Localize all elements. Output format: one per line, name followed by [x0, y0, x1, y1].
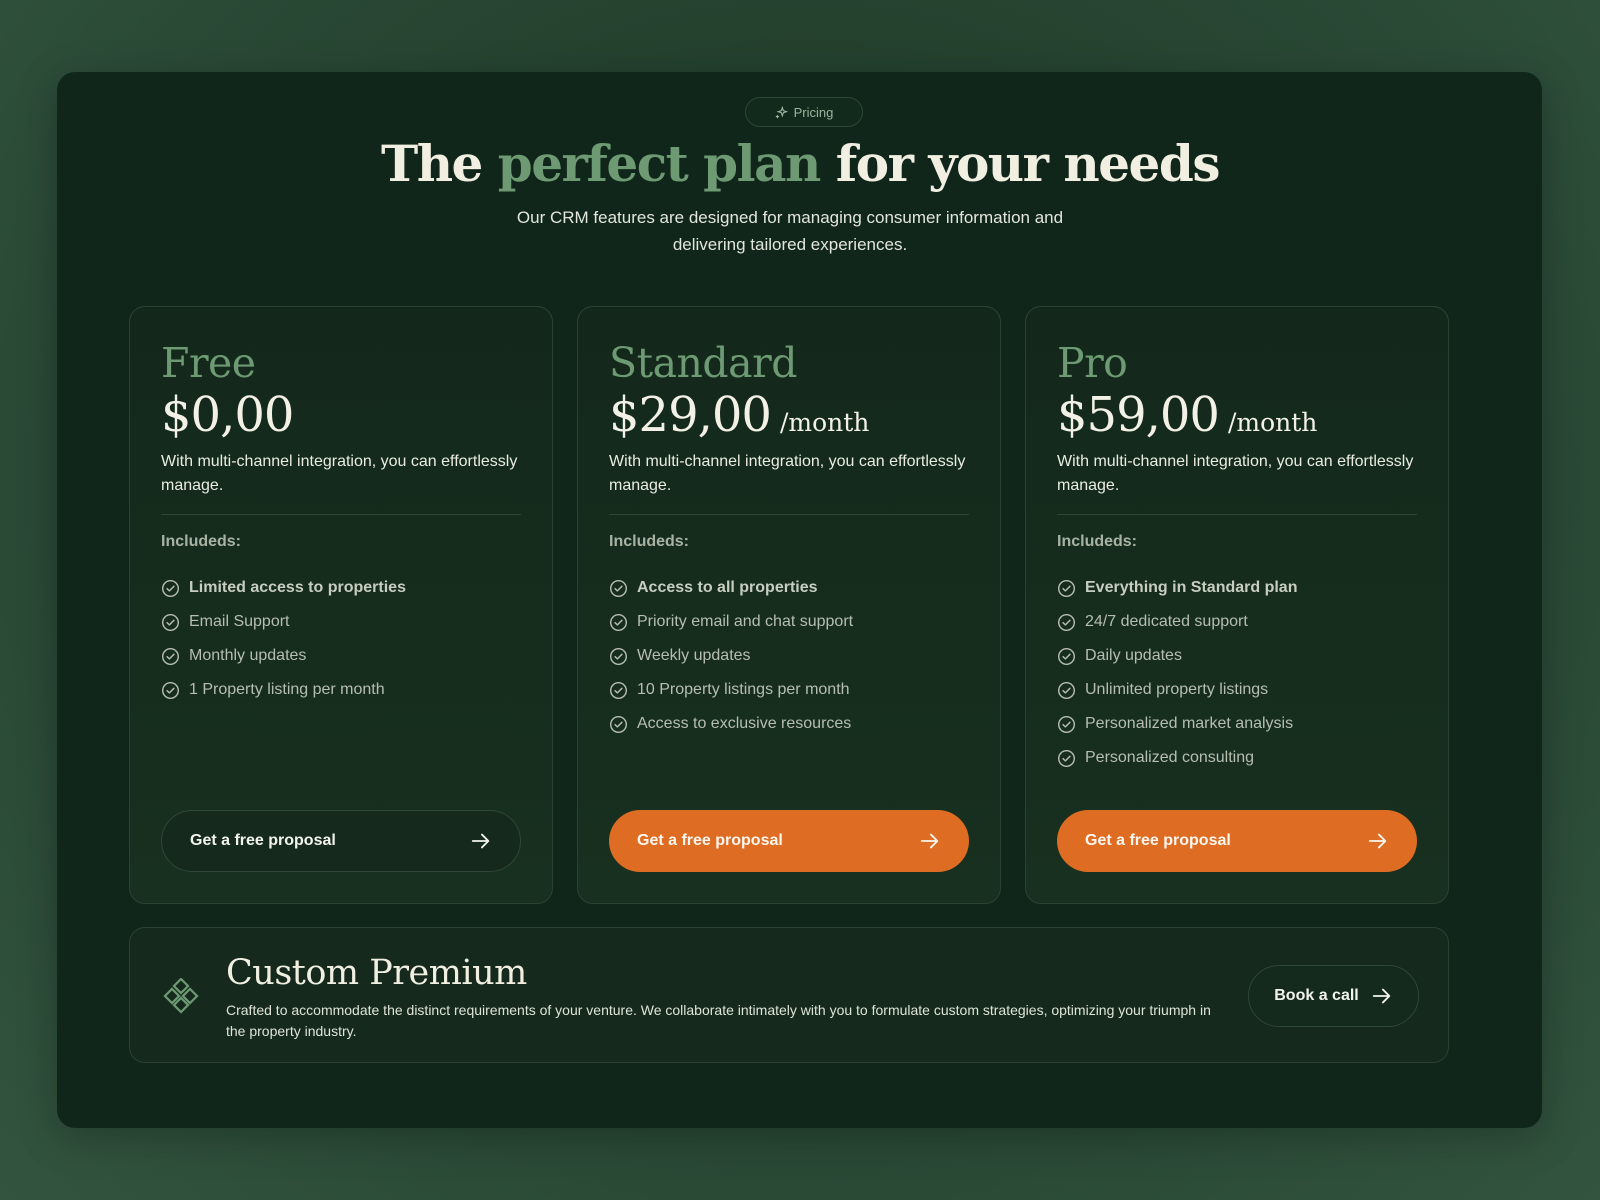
- get-proposal-button[interactable]: Get a free proposal: [161, 810, 521, 872]
- plan-price: $0,00: [161, 387, 294, 443]
- get-proposal-button[interactable]: Get a free proposal: [1057, 810, 1417, 872]
- custom-title: Custom Premium: [226, 953, 527, 993]
- plan-card-standard: Standard $29,00/month With multi-channel i…: [577, 306, 1001, 904]
- feature-list: Access to all properties Priority email a…: [609, 571, 853, 741]
- feature-item: Limited access to properties: [161, 571, 406, 605]
- cta-label: Get a free proposal: [1085, 832, 1231, 849]
- check-circle-icon: [161, 681, 180, 699]
- feature-label: Limited access to properties: [189, 579, 406, 596]
- cta-label: Get a free proposal: [190, 832, 336, 849]
- feature-label: Daily updates: [1085, 647, 1182, 664]
- get-proposal-button[interactable]: Get a free proposal: [609, 810, 969, 872]
- check-circle-icon: [609, 613, 628, 631]
- feature-label: Priority email and chat support: [637, 613, 854, 630]
- feature-label: Email Support: [189, 613, 290, 630]
- feature-label: 1 Property listing per month: [189, 681, 385, 698]
- feature-item: Email Support: [161, 605, 406, 639]
- feature-list: Everything in Standard plan 24/7 dedicate…: [1057, 571, 1297, 775]
- feature-item: Personalized consulting: [1057, 741, 1297, 775]
- feature-item: Unlimited property listings: [1057, 673, 1297, 707]
- feature-item: Access to exclusive resources: [609, 707, 853, 741]
- includes-label: Includeds:: [161, 533, 242, 550]
- feature-item: Priority email and chat support: [609, 605, 853, 639]
- feature-label: Personalized consulting: [1085, 749, 1254, 766]
- check-circle-icon: [1057, 647, 1076, 665]
- feature-item: Personalized market analysis: [1057, 707, 1297, 741]
- feature-item: Access to all properties: [609, 571, 853, 605]
- diamond-grid-icon: [163, 978, 199, 1014]
- feature-item: 24/7 dedicated support: [1057, 605, 1297, 639]
- feature-label: Weekly updates: [637, 647, 751, 664]
- price-row: $59,00/month: [1057, 387, 1317, 443]
- check-circle-icon: [609, 647, 628, 665]
- feature-label: Access to exclusive resources: [637, 715, 852, 732]
- divider: [161, 514, 521, 515]
- check-circle-icon: [609, 681, 628, 699]
- plan-price: $29,00: [609, 387, 772, 443]
- feature-item: Daily updates: [1057, 639, 1297, 673]
- badge-label: Pricing: [793, 104, 834, 120]
- plan-period: /month: [1227, 408, 1318, 437]
- feature-label: Access to all properties: [637, 579, 818, 596]
- feature-label: Personalized market analysis: [1085, 715, 1294, 732]
- feature-item: Everything in Standard plan: [1057, 571, 1297, 605]
- feature-item: Monthly updates: [161, 639, 406, 673]
- check-circle-icon: [1057, 715, 1076, 733]
- custom-description: Crafted to accommodate the distinct requ…: [226, 1002, 1211, 1039]
- check-circle-icon: [161, 613, 180, 631]
- pricing-badge: Pricing: [745, 97, 863, 127]
- check-circle-icon: [1057, 579, 1076, 597]
- plan-name: Standard: [609, 339, 797, 387]
- title-pre: The: [381, 134, 498, 193]
- plan-description: With multi-channel integration, you can …: [161, 453, 518, 494]
- price-row: $29,00/month: [609, 387, 869, 443]
- feature-label: Everything in Standard plan: [1085, 579, 1298, 596]
- plan-name: Pro: [1057, 339, 1128, 387]
- check-circle-icon: [161, 647, 180, 665]
- check-circle-icon: [609, 715, 628, 733]
- check-circle-icon: [1057, 681, 1076, 699]
- divider: [1057, 514, 1417, 515]
- book-call-label: Book a call: [1274, 987, 1359, 1004]
- arrow-right-icon: [920, 833, 939, 849]
- plan-period: /month: [779, 408, 870, 437]
- cta-label: Get a free proposal: [637, 832, 783, 849]
- feature-item: 1 Property listing per month: [161, 673, 406, 707]
- feature-list: Limited access to properties Email Suppor…: [161, 571, 406, 707]
- page-subtitle: Our CRM features are designed for managi…: [516, 208, 1064, 254]
- includes-label: Includeds:: [1057, 533, 1138, 550]
- includes-label: Includeds:: [609, 533, 690, 550]
- feature-label: 24/7 dedicated support: [1085, 613, 1248, 630]
- divider: [609, 514, 969, 515]
- plan-card-pro: Pro $59,00/month With multi-channel integr…: [1025, 306, 1449, 904]
- sparkle-icon: [775, 105, 788, 118]
- plan-description: With multi-channel integration, you can …: [1057, 453, 1414, 494]
- check-circle-icon: [1057, 749, 1076, 767]
- arrow-right-icon: [1368, 833, 1387, 849]
- feature-item: Weekly updates: [609, 639, 853, 673]
- custom-premium-card: Custom Premium Crafted to accommodate th…: [129, 927, 1449, 1063]
- price-row: $0,00: [161, 387, 302, 443]
- book-call-button[interactable]: Book a call: [1248, 965, 1419, 1027]
- feature-label: Unlimited property listings: [1085, 681, 1269, 698]
- title-post: for your needs: [819, 134, 1221, 193]
- arrow-right-icon: [471, 833, 490, 849]
- check-circle-icon: [609, 579, 628, 597]
- feature-label: 10 Property listings per month: [637, 681, 850, 698]
- plan-card-free: Free $0,00 With multi-channel integration,…: [129, 306, 553, 904]
- plan-price: $59,00: [1057, 387, 1220, 443]
- check-circle-icon: [1057, 613, 1076, 631]
- plan-description: With multi-channel integration, you can …: [609, 453, 966, 494]
- arrow-right-icon: [1372, 988, 1390, 1004]
- feature-item: 10 Property listings per month: [609, 673, 853, 707]
- feature-label: Monthly updates: [189, 647, 307, 664]
- page-title: The perfect plan for your needs: [0, 134, 1600, 193]
- plan-name: Free: [161, 339, 256, 387]
- check-circle-icon: [161, 579, 180, 597]
- title-accent: perfect plan: [497, 134, 822, 193]
